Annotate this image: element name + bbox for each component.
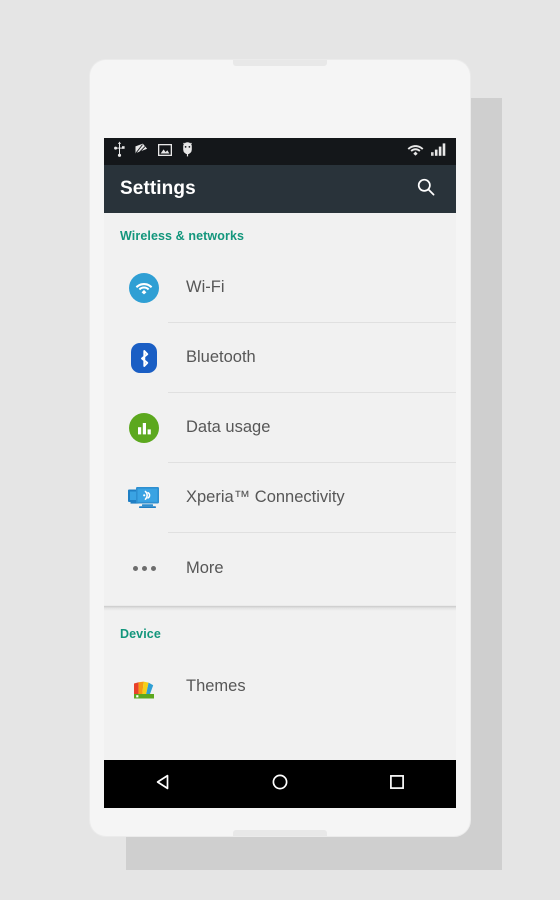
list-item-xperia-connectivity[interactable]: Xperia™ Connectivity xyxy=(104,463,456,533)
status-bar xyxy=(104,138,456,165)
list-item-label: Bluetooth xyxy=(186,348,256,366)
cellular-signal-icon xyxy=(431,142,446,161)
data-usage-icon xyxy=(120,413,168,443)
list-item-text-wrap: More xyxy=(168,533,456,603)
phone-screen: Settings Wireless & networks Wi-Fi Bluet… xyxy=(104,138,456,760)
list-item-text-wrap: Xperia™ Connectivity xyxy=(168,463,456,533)
section-divider xyxy=(104,603,456,611)
wifi-icon xyxy=(120,273,168,303)
settings-list[interactable]: Wireless & networks Wi-Fi Bluetooth Data… xyxy=(104,213,456,760)
recents-square-icon xyxy=(387,772,407,797)
more-icon xyxy=(120,565,168,571)
list-item-wifi[interactable]: Wi-Fi xyxy=(104,253,456,323)
list-item-label: Wi-Fi xyxy=(186,278,225,296)
earpiece-speaker xyxy=(233,60,327,66)
recents-button[interactable] xyxy=(373,760,421,808)
list-item-text-wrap: Wi-Fi xyxy=(168,253,456,323)
page-title: Settings xyxy=(120,178,196,199)
list-item-label: More xyxy=(186,558,224,577)
list-item-text-wrap: Themes xyxy=(168,651,456,721)
screenshot-icon xyxy=(134,142,149,161)
status-bar-right-icons xyxy=(407,142,446,161)
navigation-bar xyxy=(104,760,456,808)
section-header-wireless: Wireless & networks xyxy=(120,229,245,243)
usb-icon xyxy=(114,141,125,162)
phone-device: Settings Wireless & networks Wi-Fi Bluet… xyxy=(90,60,470,836)
themes-icon xyxy=(120,672,168,700)
section-header-device: Device xyxy=(120,627,161,641)
home-button[interactable] xyxy=(256,760,304,808)
list-item-text-wrap: Bluetooth xyxy=(168,323,456,393)
wifi-status-icon xyxy=(407,143,424,161)
xperia-connectivity-icon xyxy=(120,485,168,511)
back-triangle-icon xyxy=(153,772,173,797)
list-item-label: Xperia™ Connectivity xyxy=(186,488,345,506)
app-bar: Settings xyxy=(104,165,456,213)
list-item-text-wrap: Data usage xyxy=(168,393,456,463)
list-item-data-usage[interactable]: Data usage xyxy=(104,393,456,463)
image-icon xyxy=(157,143,173,161)
list-item-themes[interactable]: Themes xyxy=(104,651,456,721)
list-item-label: Themes xyxy=(186,676,246,695)
back-button[interactable] xyxy=(139,760,187,808)
bottom-speaker xyxy=(233,830,327,836)
home-circle-icon xyxy=(270,772,290,797)
list-item-more[interactable]: More xyxy=(104,533,456,603)
usb-debug-icon xyxy=(181,141,194,162)
bluetooth-icon xyxy=(120,343,168,373)
list-item-bluetooth[interactable]: Bluetooth xyxy=(104,323,456,393)
list-item-label: Data usage xyxy=(186,418,271,436)
status-bar-left-icons xyxy=(114,141,407,162)
search-icon xyxy=(416,177,436,202)
search-button[interactable] xyxy=(412,175,440,203)
